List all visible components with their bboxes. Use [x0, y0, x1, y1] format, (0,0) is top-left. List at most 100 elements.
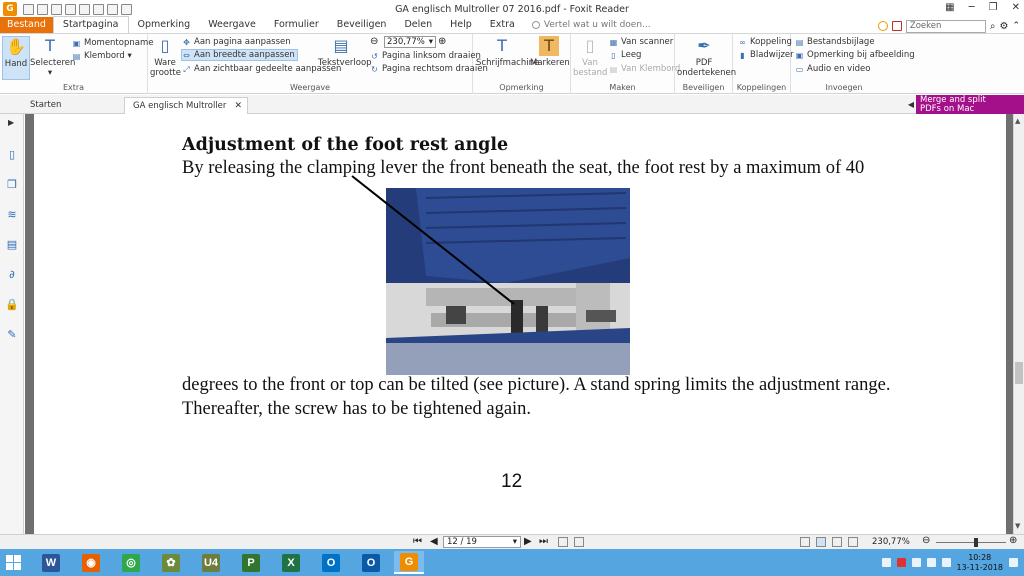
blank-button[interactable]: ▯ Leeg [609, 49, 641, 61]
search-icon[interactable]: ⌕ [990, 21, 996, 32]
next-page-icon[interactable]: ▶ [524, 536, 532, 547]
tab-start[interactable]: Starten [22, 97, 122, 114]
vertical-scrollbar[interactable]: ▲ ▼ [1013, 114, 1024, 534]
network-icon[interactable] [926, 558, 936, 567]
copy-page-icon[interactable] [558, 537, 568, 547]
continuous-view-icon[interactable] [816, 537, 826, 547]
layers-panel-icon[interactable]: ≋ [5, 208, 19, 222]
taskbar-app-chrome[interactable]: ◎ [116, 551, 146, 574]
clipboard-button[interactable]: ▤ Klembord ▾ [72, 50, 132, 62]
tab-document[interactable]: GA englisch Multroller 07... ✕ [124, 97, 248, 127]
notification-tray-icon[interactable] [911, 558, 921, 567]
restore-button[interactable]: ❐ [989, 2, 998, 13]
open-icon[interactable] [23, 3, 34, 15]
document-viewport[interactable]: Adjustment of the foot rest angle By rel… [25, 114, 1013, 534]
reflow-button[interactable]: ▤ Tekstverloop [318, 36, 372, 68]
from-file-button[interactable]: ▯ Van bestand [573, 36, 607, 78]
zoom-out-icon[interactable]: ⊖ [370, 36, 378, 47]
taskbar-app-u4[interactable]: U4 [196, 551, 226, 574]
menu-extra[interactable]: Extra [481, 17, 524, 33]
promo-banner[interactable]: Merge and split PDFs on Mac [916, 95, 1024, 114]
expand-panel-icon[interactable]: ▶ [8, 118, 14, 127]
zoom-slider-knob[interactable] [974, 538, 978, 547]
outlook-tray-icon[interactable] [881, 558, 891, 567]
fit-page-button[interactable]: ✥ Aan pagina aanpassen [182, 36, 291, 48]
audio-video-button[interactable]: ▭ Audio en video [795, 63, 871, 75]
taskbar-app-foxit[interactable]: G [394, 551, 424, 574]
hand-tool-button[interactable]: ✋ Hand [2, 36, 30, 80]
typewriter-button[interactable]: T Schrijfmachine [476, 36, 539, 68]
select-tool-button[interactable]: T Selecteren ▾ [30, 36, 75, 78]
scroll-up-icon[interactable]: ▲ [1015, 117, 1020, 125]
previous-page-icon[interactable]: ◀ [430, 536, 438, 547]
windows-start-icon[interactable] [6, 555, 22, 571]
print-icon[interactable] [51, 3, 62, 15]
rotate-right-button[interactable]: ↻ Pagina rechtsom draaien [370, 63, 488, 75]
action-center-icon[interactable] [1009, 558, 1018, 567]
search-input[interactable]: Zoeken [905, 19, 986, 33]
pages-panel-icon[interactable]: ❐ [5, 178, 19, 192]
menu-help[interactable]: Help [441, 17, 481, 33]
snapshot-button[interactable]: ▣ Momentopname [72, 37, 154, 49]
zoom-in-icon[interactable]: ⊕ [438, 36, 446, 47]
fit-width-button[interactable]: ⇔ Aan breedte aanpassen [181, 49, 298, 61]
signatures-panel-icon[interactable]: ✎ [5, 328, 19, 342]
last-page-icon[interactable]: ⏭ [539, 536, 548, 547]
image-annotation-button[interactable]: ▣ Opmerking bij afbeelding [795, 49, 915, 61]
paste-icon[interactable] [79, 3, 90, 15]
continuous-facing-view-icon[interactable] [848, 537, 858, 547]
taskbar-app-firefox[interactable]: ◉ [76, 551, 106, 574]
from-clipboard-button[interactable]: ▤ Van Klembord [609, 63, 681, 75]
bookmark-panel-icon[interactable]: ▯ [5, 148, 19, 162]
page-number-input[interactable]: 12 / 19 ▾ [443, 536, 521, 548]
menu-view[interactable]: Weergave [199, 17, 265, 33]
menu-comment[interactable]: Opmerking [129, 17, 200, 33]
from-scanner-button[interactable]: ▦ Van scanner [609, 36, 674, 48]
attachments-panel-icon[interactable]: ∂ [5, 268, 19, 282]
zoom-select[interactable]: 230,77% ▾ [384, 36, 436, 48]
taskbar-app-outlook-2[interactable]: O [356, 551, 386, 574]
link-button[interactable]: ∞ Koppeling [738, 36, 792, 48]
tell-me-box[interactable]: Vertel wat u wilt doen... [531, 17, 651, 33]
gear-icon[interactable]: ⚙ [999, 21, 1008, 32]
layout-icon[interactable]: ▦ [945, 2, 954, 13]
file-attachment-button[interactable]: ▤ Bestandsbijlage [795, 36, 875, 48]
foxit-logo-icon[interactable]: G [3, 2, 17, 16]
close-tab-icon[interactable]: ✕ [234, 98, 242, 114]
menu-file[interactable]: Bestand [0, 17, 53, 33]
taskbar-app-app-leaf[interactable]: ✿ [156, 551, 186, 574]
volume-icon[interactable] [941, 558, 951, 567]
taskbar-app-project[interactable]: P [236, 551, 266, 574]
update-tray-icon[interactable] [896, 558, 906, 567]
zoom-slider[interactable] [936, 542, 1006, 543]
zoom-out-status-icon[interactable]: ⊖ [922, 535, 930, 546]
zoom-in-status-icon[interactable]: ⊕ [1009, 535, 1017, 546]
security-panel-icon[interactable]: 🔒 [5, 298, 19, 312]
bookmark-button[interactable]: ▮ Bladwijzer [738, 49, 793, 61]
redo-icon[interactable] [107, 3, 118, 15]
taskbar-app-word[interactable]: W [36, 551, 66, 574]
rotate-left-button[interactable]: ↺ Pagina linksom draaien [370, 50, 481, 62]
menu-protect[interactable]: Beveiligen [328, 17, 396, 33]
menu-form[interactable]: Formulier [265, 17, 328, 33]
minimize-button[interactable]: ─ [969, 2, 975, 13]
scroll-thumb[interactable] [1015, 362, 1023, 384]
taskbar-app-excel[interactable]: X [276, 551, 306, 574]
comments-panel-icon[interactable]: ▤ [5, 238, 19, 252]
tab-list-arrow-icon[interactable]: ◀ [908, 100, 914, 109]
menu-home[interactable]: Startpagina [52, 16, 129, 33]
scroll-down-icon[interactable]: ▼ [1015, 522, 1020, 530]
save-icon[interactable] [37, 3, 48, 15]
customize-icon[interactable] [121, 3, 132, 15]
highlight-button[interactable]: T Markeren [530, 36, 570, 68]
taskbar-app-outlook[interactable]: O [316, 551, 346, 574]
facing-view-icon[interactable] [832, 537, 842, 547]
single-page-view-icon[interactable] [800, 537, 810, 547]
menu-share[interactable]: Delen [395, 17, 441, 33]
smiley-icon[interactable] [877, 21, 888, 31]
fit-icon[interactable] [574, 537, 584, 547]
pdf-sign-button[interactable]: ✒ PDF ondertekenen [677, 36, 736, 78]
system-clock[interactable]: 10:28 13-11-2018 [957, 553, 1004, 573]
ribbon-toggle-icon[interactable]: ⌃ [1012, 21, 1020, 31]
undo-icon[interactable] [93, 3, 104, 15]
